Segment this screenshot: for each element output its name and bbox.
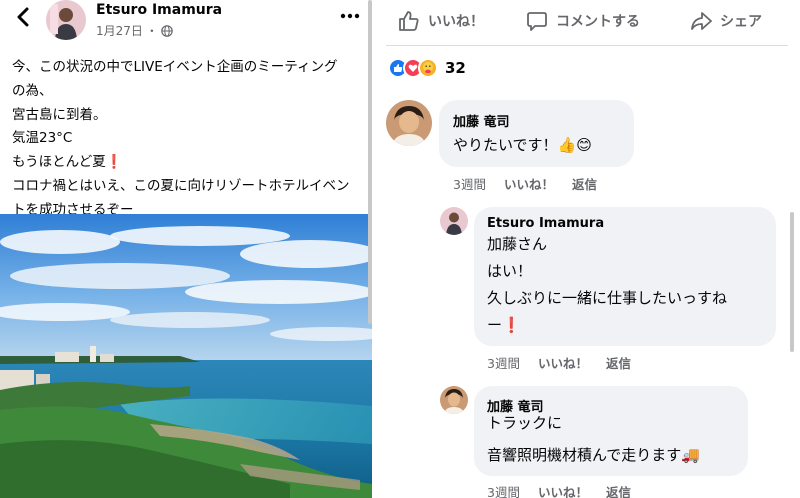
comments-panel: いいね！ コメントする シェア 32 加藤 竜司 やりたいです！👍😊 3週間 い… (386, 0, 800, 498)
like-button[interactable]: いいね！ (398, 10, 484, 32)
post-date[interactable]: 1月27日 (96, 22, 143, 39)
meta-separator: ・ (145, 24, 158, 38)
comment-icon (527, 12, 547, 31)
more-options-icon[interactable] (336, 6, 364, 26)
reply-avatar[interactable] (440, 386, 468, 414)
post-text-line: 気温23°C (12, 130, 73, 147)
comment-time: 3週間 (453, 177, 486, 192)
reply-text-line: 久しぶりに一緒に仕事したいっすね (487, 289, 728, 307)
panel-divider (372, 0, 386, 498)
reply-time: 3週間 (487, 485, 520, 498)
post-header: Etsuro Imamura 1月27日 ・ (0, 0, 372, 44)
reply-text-line: トラックに (487, 414, 563, 432)
comment-author[interactable]: 加藤 竜司 (453, 111, 510, 130)
scrollbar[interactable] (790, 212, 794, 352)
globe-icon (161, 24, 173, 37)
share-button[interactable]: シェア (690, 10, 762, 32)
share-button-label: シェア (720, 14, 762, 30)
reply-like-link[interactable]: いいね！ (538, 482, 588, 498)
comment-like-link[interactable]: いいね！ (504, 174, 554, 193)
reply-avatar[interactable] (440, 207, 468, 235)
reply-author[interactable]: Etsuro Imamura (487, 216, 604, 231)
share-icon (691, 12, 712, 30)
commenter-avatar[interactable] (386, 100, 432, 146)
post-text: 今、この状況の中でLIVEイベント企画のミーティング の為、 宮古島に到着。 気… (12, 56, 362, 223)
reply-text-line: 加藤さん (487, 235, 548, 253)
care-reaction-icon (418, 58, 438, 78)
post-text-line: 今、この状況の中でLIVEイベント企画のミーティング (12, 59, 338, 75)
post-text-line: の為、 (12, 82, 53, 99)
post-photo[interactable] (0, 214, 372, 498)
reply-reply-link[interactable]: 返信 (606, 482, 631, 498)
comment-text: やりたいです！👍😊 (453, 136, 592, 154)
reply-meta: 3週間 いいね！ 返信 (487, 353, 631, 372)
comment-button[interactable]: コメントする (526, 10, 640, 32)
post-text-line: 宮古島に到着。 (12, 106, 107, 123)
reply-text-line: ー❗ (487, 316, 521, 334)
post-panel: Etsuro Imamura 1月27日 ・ 今、この状況の中でLIVEイベント… (0, 0, 372, 498)
reply-like-link[interactable]: いいね！ (538, 353, 588, 372)
comment-button-label: コメントする (556, 14, 640, 30)
author-avatar[interactable] (46, 0, 86, 40)
back-arrow-icon[interactable] (14, 6, 32, 28)
reply-text-line: はい！ (487, 262, 533, 280)
post-text-line: コロナ禍とはいえ、この夏に向けリゾートホテルイベン (12, 177, 350, 194)
reaction-count: 32 (445, 59, 466, 77)
comment-reply-link[interactable]: 返信 (572, 174, 597, 193)
reply-text-line: 音響照明機材積んで走ります🚚 (487, 446, 700, 464)
reply-time: 3週間 (487, 356, 520, 371)
post-actions-bar: いいね！ コメントする シェア (386, 0, 788, 46)
reactions-summary[interactable]: 32 (388, 58, 466, 78)
post-text-line: もうほとんど夏❗ (12, 154, 123, 171)
post-author-name[interactable]: Etsuro Imamura (96, 2, 222, 18)
thumbs-up-icon (399, 11, 419, 31)
comment-meta: 3週間 いいね！ 返信 (453, 174, 597, 193)
post-meta: 1月27日 ・ (96, 22, 173, 39)
reply-meta: 3週間 いいね！ 返信 (487, 482, 631, 498)
like-button-label: いいね！ (428, 14, 484, 30)
reply-reply-link[interactable]: 返信 (606, 353, 631, 372)
